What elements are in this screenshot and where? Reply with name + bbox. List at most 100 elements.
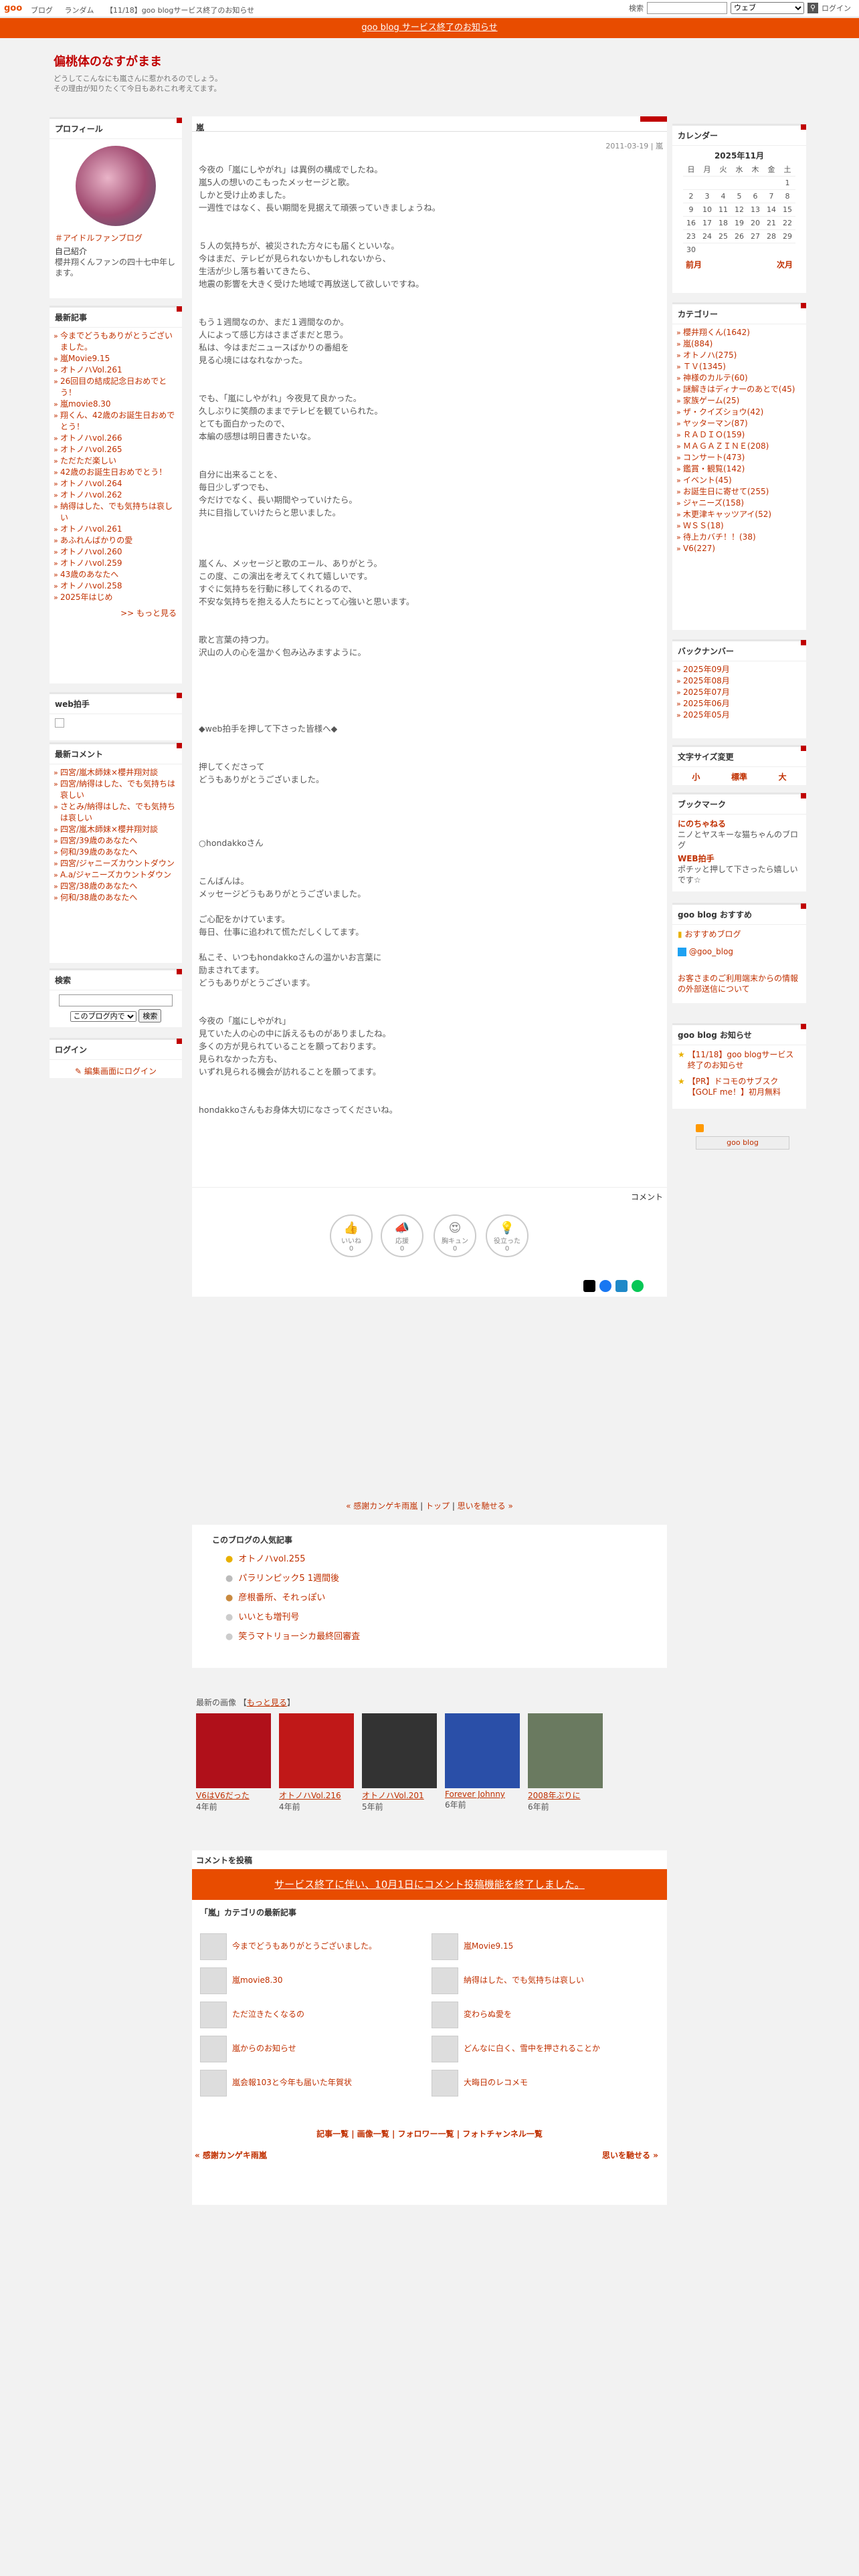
recent-image-thumb[interactable] <box>196 1713 271 1788</box>
recent-image-card[interactable]: オトノハVol.216 4年前 <box>279 1713 354 1812</box>
article-thumb[interactable] <box>200 2002 227 2028</box>
reaction-like[interactable]: 👍 いいね 0 <box>330 1214 373 1257</box>
goo-blog-badge[interactable]: goo blog <box>696 1136 789 1150</box>
calendar-day[interactable]: 6 <box>747 189 763 203</box>
recent-post-link[interactable]: 納得はした、でも気持ちは哀しい <box>54 501 178 524</box>
rss-icon[interactable] <box>696 1124 704 1132</box>
article-thumb[interactable] <box>200 1933 227 1960</box>
calendar-day[interactable]: 11 <box>715 203 731 217</box>
search-scope-select[interactable]: ウェブ <box>731 2 804 14</box>
recommend-blog-link[interactable]: おすすめブログ <box>684 930 741 939</box>
backnumber-link[interactable]: 2025年07月 <box>676 687 802 698</box>
comment-link-item[interactable]: 四宮/ジャニーズカウントダウン <box>54 858 178 869</box>
calendar-day[interactable]: 30 <box>683 243 699 256</box>
goo-logo[interactable]: goo <box>4 3 22 13</box>
recent-image-title[interactable]: 2008年ぶりに <box>528 1790 603 1801</box>
recent-post-link[interactable]: オトノハvol.264 <box>54 478 178 490</box>
article-thumb[interactable] <box>200 2070 227 2097</box>
recent-images-more[interactable]: もっと見る <box>247 1698 287 1707</box>
calendar-day[interactable]: 10 <box>699 203 715 217</box>
category-link[interactable]: ＭＡＧＡＺＩＮＥ(208) <box>676 441 802 452</box>
calendar-day[interactable]: 25 <box>715 229 731 243</box>
recent-post-link[interactable]: オトノハVol.261 <box>54 364 178 376</box>
facebook-share-icon[interactable] <box>599 1280 611 1292</box>
comment-link-item[interactable]: 四宮/38歳のあなたへ <box>54 881 178 892</box>
comment-link-item[interactable]: 何和/39歳のあなたへ <box>54 847 178 858</box>
article-thumb[interactable] <box>432 1933 458 1960</box>
category-link[interactable]: 謎解きはディナーのあとで(45) <box>676 384 802 395</box>
comment-link-item[interactable]: A.a/ジャニーズカウントダウン <box>54 869 178 881</box>
calendar-day[interactable]: 27 <box>747 229 763 243</box>
calendar-day[interactable]: 23 <box>683 229 699 243</box>
recent-post-link[interactable]: 42歳のお誕生日おめでとう！ <box>54 467 178 478</box>
reaction-cheer[interactable]: 📣 応援 0 <box>381 1214 423 1257</box>
notice-link-1[interactable]: 【11/18】goo blogサービス終了のお知らせ <box>688 1049 801 1071</box>
calendar-day[interactable]: 12 <box>731 203 747 217</box>
category-link[interactable]: ＷＳＳ(18) <box>676 520 802 532</box>
recent-image-thumb[interactable] <box>362 1713 437 1788</box>
top-link-notice[interactable]: 【11/18】goo blogサービス終了のお知らせ <box>106 6 254 15</box>
calendar-day[interactable]: 9 <box>683 203 699 217</box>
category-link[interactable]: 鑑賞・観覧(142) <box>676 463 802 475</box>
popular-article-link[interactable]: ● パラリンピック5 1週間後 <box>192 1569 667 1588</box>
recent-image-card[interactable]: V6はV6だった 4年前 <box>196 1713 271 1812</box>
calendar-day[interactable]: 3 <box>699 189 715 203</box>
prev-entry-link[interactable]: « 感謝カンゲキ雨嵐 <box>346 1501 417 1511</box>
recent-post-link[interactable]: オトノハvol.258 <box>54 580 178 592</box>
x-share-icon[interactable] <box>583 1280 595 1292</box>
category-link[interactable]: オトノハ(275) <box>676 350 802 361</box>
recent-post-link[interactable]: オトノハvol.266 <box>54 433 178 444</box>
fontsize-large[interactable]: 大 <box>779 771 787 782</box>
recent-image-title[interactable]: オトノハVol.216 <box>279 1790 354 1801</box>
calendar-day[interactable]: 15 <box>779 203 795 217</box>
category-link[interactable]: ＴＶ(1345) <box>676 361 802 372</box>
bottom-prev-link[interactable]: « 感謝カンゲキ雨嵐 <box>195 2149 267 2161</box>
bottom-next-link[interactable]: 思いを馳せる » <box>602 2149 658 2161</box>
category-link[interactable]: 待上カバチ！！(38) <box>676 532 802 543</box>
search-icon[interactable]: ⚲ <box>807 3 818 13</box>
blog-title[interactable]: 偏桃体のなすがまま <box>54 52 222 70</box>
footer-links[interactable]: 記事一覧 | 画像一覧 | フォロワー一覧 | フォトチャンネル一覧 <box>192 2128 667 2139</box>
recent-post-link[interactable]: 嵐movie8.30 <box>54 399 178 410</box>
category-link[interactable]: ヤッターマン(87) <box>676 418 802 429</box>
recent-image-thumb[interactable] <box>528 1713 603 1788</box>
calendar-day[interactable]: 4 <box>715 189 731 203</box>
recent-post-link[interactable]: 43歳のあなたへ <box>54 569 178 580</box>
calendar-day[interactable]: 18 <box>715 216 731 230</box>
recent-post-link[interactable]: オトノハvol.262 <box>54 490 178 501</box>
category-link[interactable]: お誕生日に寄せて(255) <box>676 486 802 498</box>
recent-image-title[interactable]: Forever Johnny <box>445 1790 520 1799</box>
category-link[interactable]: ジャニーズ(158) <box>676 498 802 509</box>
comment-link[interactable]: コメント <box>631 1191 663 1202</box>
profile-name[interactable]: ＃アイドルファンブログ <box>55 233 177 243</box>
category-link[interactable]: 櫻井翔くん(1642) <box>676 327 802 338</box>
comment-link-item[interactable]: 四宮/納得はした、でも気持ちは哀しい <box>54 778 178 801</box>
hatena-share-icon[interactable] <box>615 1280 628 1292</box>
comment-link-item[interactable]: 何和/38歳のあなたへ <box>54 892 178 903</box>
service-end-banner[interactable]: goo blog サービス終了のお知らせ <box>0 18 859 38</box>
blog-search-button[interactable]: 検索 <box>138 1009 162 1023</box>
recent-post-link[interactable]: オトノハvol.260 <box>54 546 178 558</box>
calendar-day[interactable]: 21 <box>763 216 779 230</box>
category-link[interactable]: V6(227) <box>676 543 802 554</box>
calendar-day[interactable]: 8 <box>779 189 795 203</box>
comment-link-item[interactable]: 四宮/39歳のあなたへ <box>54 835 178 847</box>
comment-closed-banner[interactable]: サービス終了に伴い、10月1日にコメント投稿機能を終了しました。 <box>192 1869 667 1900</box>
comment-link-item[interactable]: 四宮/嵐木師妹×櫻井翔対談 <box>54 767 178 778</box>
goo-blog-twitter-link[interactable]: @goo_blog <box>689 947 733 956</box>
recent-post-link[interactable]: ただただ楽しい <box>54 455 178 467</box>
backnumber-link[interactable]: 2025年08月 <box>676 675 802 687</box>
recent-post-link[interactable]: あふれんばかりの愛 <box>54 535 178 546</box>
popular-article-link[interactable]: ● 笑うマトリョーシカ最終回審査 <box>192 1627 667 1646</box>
calendar-next[interactable]: 次月 <box>777 259 793 270</box>
calendar-day[interactable]: 13 <box>747 203 763 217</box>
webclap-image[interactable] <box>55 718 64 728</box>
blog-search-input[interactable] <box>59 994 173 1006</box>
category-link[interactable]: ザ・クイズショウ(42) <box>676 407 802 418</box>
recent-image-card[interactable]: オトノハVol.201 5年前 <box>362 1713 437 1812</box>
article-thumb[interactable] <box>200 1967 227 1994</box>
recent-post-link[interactable]: オトノハvol.261 <box>54 524 178 535</box>
reaction-heart[interactable]: 😍 胸キュン 0 <box>434 1214 476 1257</box>
category-link[interactable]: 木更津キャッツアイ(52) <box>676 509 802 520</box>
calendar-day[interactable]: 5 <box>731 189 747 203</box>
